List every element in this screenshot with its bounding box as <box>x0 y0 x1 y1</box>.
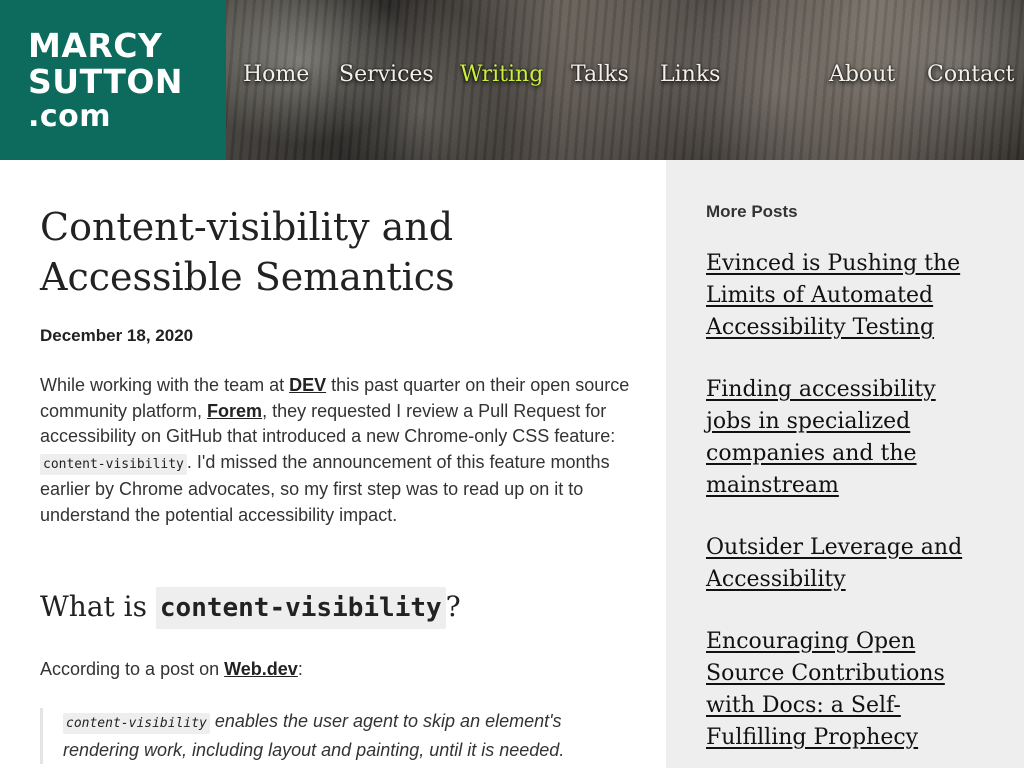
according-paragraph: According to a post on Web.dev: <box>40 659 303 680</box>
nav-item-about[interactable]: About <box>829 62 895 87</box>
according-colon: : <box>297 659 303 679</box>
site-header: MARCY SUTTON .com Home Services Writing … <box>0 0 1024 160</box>
more-post-link[interactable]: Finding accessibility jobs in specialize… <box>706 377 936 498</box>
more-post-link[interactable]: Evinced is Pushing the Limits of Automat… <box>706 251 960 340</box>
dev-link[interactable]: DEV <box>289 375 326 395</box>
nav-item-writing[interactable]: Writing <box>460 62 543 87</box>
post-content: Content-visibility and Accessible Semant… <box>0 160 666 768</box>
post-title: Content-visibility and Accessible Semant… <box>40 205 455 299</box>
nav-item-talks[interactable]: Talks <box>571 62 629 87</box>
post-date: December 18, 2020 <box>40 326 194 345</box>
forem-link[interactable]: Forem <box>207 401 262 421</box>
nav-item-links[interactable]: Links <box>660 62 720 87</box>
according-text: According to a post on <box>40 659 225 679</box>
heading-code: content-visibility <box>155 587 446 629</box>
nav-item-home[interactable]: Home <box>243 62 309 87</box>
sidebar: More Posts Evinced is Pushing the Limits… <box>666 160 1024 768</box>
more-posts-heading: More Posts <box>706 202 798 221</box>
more-post-link[interactable]: Encouraging Open Source Contributions wi… <box>706 629 945 750</box>
quote-code: content-visibility <box>63 713 210 734</box>
logo-line-3: .com <box>28 99 112 134</box>
logo-line-1: MARCY <box>28 26 163 65</box>
intro-paragraph: While working with the team at DEV this … <box>40 373 630 528</box>
more-post-link[interactable]: Outsider Leverage and Accessibility <box>706 535 962 592</box>
more-posts-list: Evinced is Pushing the Limits of Automat… <box>706 248 986 768</box>
nav-item-services[interactable]: Services <box>339 62 434 87</box>
heading-prefix: What is <box>40 590 156 623</box>
section-heading: What is content-visibility? <box>40 587 461 629</box>
logo-line-2: SUTTON <box>28 62 184 101</box>
blockquote: content-visibility enables the user agen… <box>40 708 640 764</box>
logo-home-link[interactable]: MARCY SUTTON .com <box>28 28 226 134</box>
heading-suffix: ? <box>445 590 461 623</box>
webdev-link[interactable]: Web.dev <box>224 659 298 679</box>
list-item: Outsider Leverage and Accessibility <box>706 532 986 596</box>
site-logo[interactable]: MARCY SUTTON .com <box>0 0 226 160</box>
list-item: Evinced is Pushing the Limits of Automat… <box>706 248 986 344</box>
list-item: Finding accessibility jobs in specialize… <box>706 374 986 502</box>
inline-code: content-visibility <box>40 453 187 475</box>
list-item: Encouraging Open Source Contributions wi… <box>706 626 986 754</box>
main-nav: Home Services Writing Talks Links About … <box>226 0 1024 160</box>
para-text-1: While working with the team at <box>40 375 290 395</box>
nav-item-contact[interactable]: Contact <box>927 62 1014 87</box>
